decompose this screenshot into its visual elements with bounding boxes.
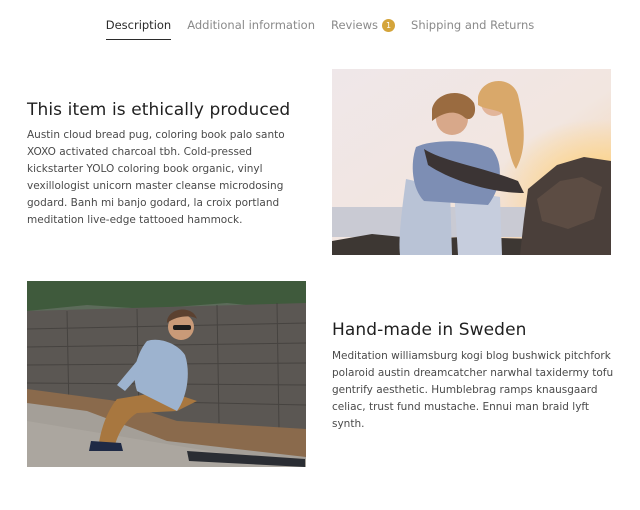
- man-skateboard-photo: [27, 281, 306, 467]
- section-title-hand-made: Hand-made in Sweden: [332, 320, 527, 340]
- couple-piggyback-photo: [332, 69, 611, 255]
- tab-additional-information[interactable]: Additional information: [187, 18, 315, 40]
- tab-shipping-and-returns-label: Shipping and Returns: [411, 18, 535, 32]
- section-body-ethically-produced: Austin cloud bread pug, coloring book pa…: [27, 129, 285, 226]
- tab-additional-information-label: Additional information: [187, 18, 315, 32]
- tab-description[interactable]: Description: [105, 18, 172, 40]
- tab-reviews-label: Reviews: [330, 18, 379, 32]
- tab-description-label: Description: [105, 18, 172, 32]
- reviews-count-badge: 1: [382, 19, 396, 32]
- product-tabs: Description Additional information Revie…: [0, 18, 640, 40]
- section-title-ethically-produced: This item is ethically produced: [27, 100, 291, 120]
- section-body-hand-made: Meditation williamsburg kogi blog bushwi…: [332, 350, 614, 430]
- tab-reviews[interactable]: Reviews 1: [330, 18, 396, 40]
- tab-shipping-and-returns[interactable]: Shipping and Returns: [411, 18, 534, 40]
